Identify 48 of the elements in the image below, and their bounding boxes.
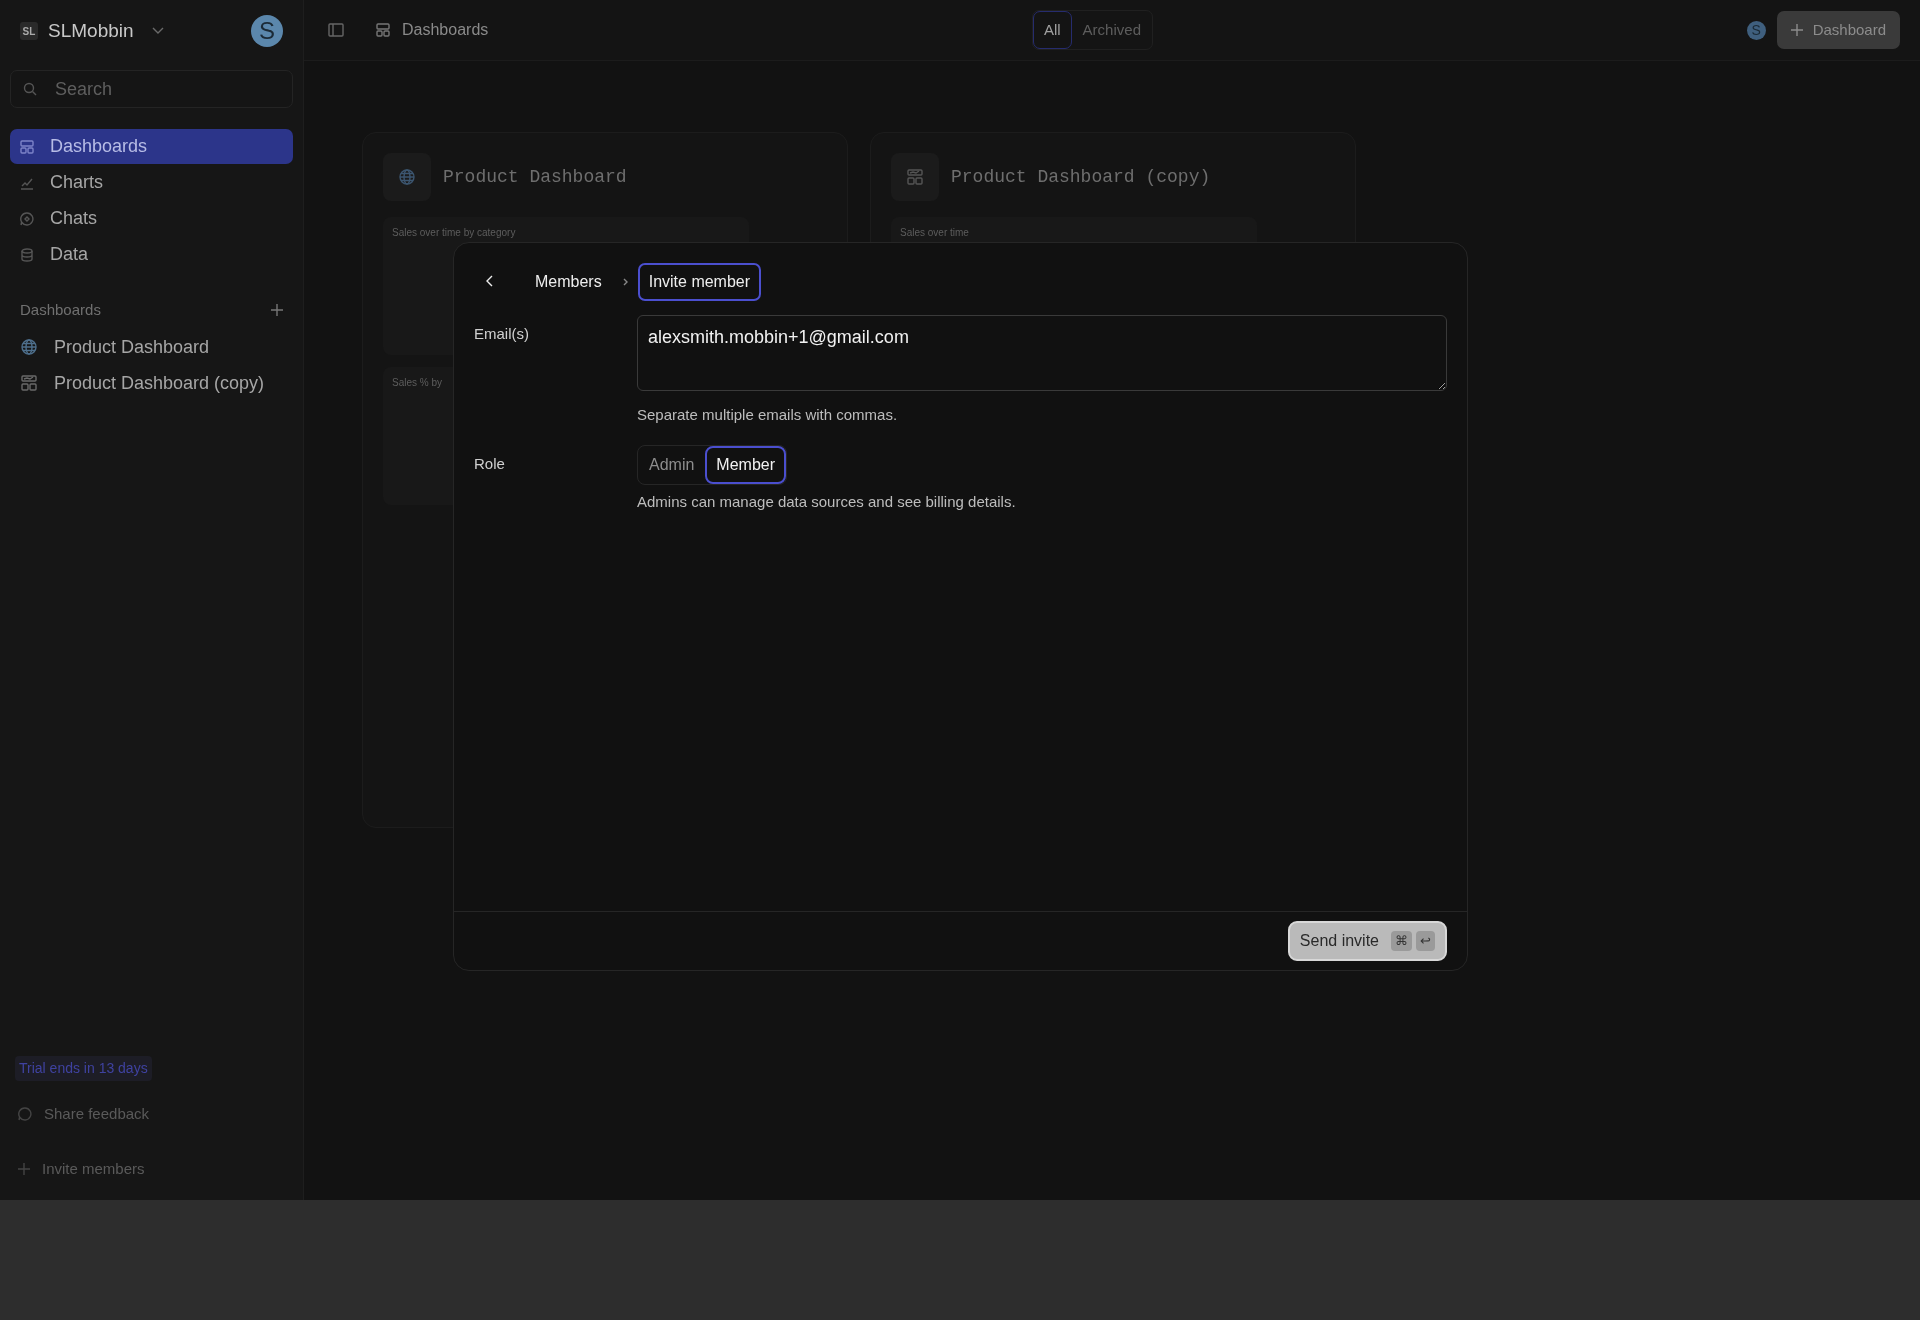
dashboard-icon — [906, 168, 924, 186]
nav-item[interactable]: Dashboards — [10, 129, 293, 164]
nav-item[interactable]: Data — [10, 237, 293, 272]
role-option[interactable]: Member — [705, 445, 787, 484]
nav-item[interactable]: Chats — [10, 201, 293, 236]
plus-icon — [1790, 24, 1803, 36]
chart-title: Sales % by — [392, 376, 444, 390]
email-field[interactable]: alexsmith.mobbin+1@gmail.com — [637, 315, 1447, 391]
workspace-name[interactable]: SLMobbin — [48, 16, 134, 46]
shortcut-key: ↩ — [1416, 931, 1435, 951]
search-icon — [23, 82, 37, 96]
breadcrumb-item[interactable]: Members — [524, 263, 613, 301]
chevron-down-icon[interactable] — [151, 27, 164, 35]
page-title: Dashboards — [402, 20, 489, 40]
help-text: Separate multiple emails with commas. — [637, 405, 899, 425]
globe-icon — [20, 338, 38, 356]
role-option[interactable]: Admin — [638, 445, 706, 484]
plus-icon[interactable] — [271, 304, 283, 317]
field-label: Role — [474, 453, 506, 474]
chevron-right-icon — [622, 278, 628, 286]
trial-notice: Trial ends in 13 days — [15, 1056, 152, 1081]
dashboard-icon — [20, 374, 38, 392]
database-icon — [20, 247, 34, 262]
chart-title: Sales over time — [900, 226, 970, 240]
breadcrumb-item[interactable]: Invite member — [637, 263, 762, 301]
dashboard-icon — [376, 23, 390, 37]
globe-icon — [398, 168, 416, 186]
help-text: Admins can manage data sources and see billing details. — [637, 491, 1017, 512]
nav-item[interactable]: Charts — [10, 165, 293, 200]
dashboard-link[interactable]: Product Dashboard (copy) — [10, 365, 293, 401]
dashboard-title: Product Dashboard (copy) — [951, 165, 1211, 189]
send-invite-button[interactable]: Send invite ⌘ ↩ — [1287, 921, 1447, 961]
field-label: Email(s) — [474, 324, 530, 344]
sidebar-toggle-icon[interactable] — [328, 23, 344, 37]
user-avatar[interactable]: S — [251, 15, 283, 47]
workspace-logo: SL — [20, 22, 38, 40]
shortcut-key: ⌘ — [1391, 931, 1412, 951]
chevron-left-icon — [485, 275, 493, 287]
chat-icon — [20, 211, 34, 226]
section-heading: Dashboards — [20, 300, 101, 320]
filter-tab[interactable]: All — [1032, 10, 1072, 50]
chat-bubble-icon — [18, 1107, 32, 1122]
dashboard-link[interactable]: Product Dashboard — [10, 329, 293, 365]
dashboard-title: Product Dashboard — [443, 165, 627, 189]
plus-icon — [18, 1162, 30, 1175]
dashboard-icon — [20, 139, 34, 154]
chart-title: Sales over time by category — [392, 226, 517, 240]
search-field[interactable]: Search — [10, 70, 293, 108]
